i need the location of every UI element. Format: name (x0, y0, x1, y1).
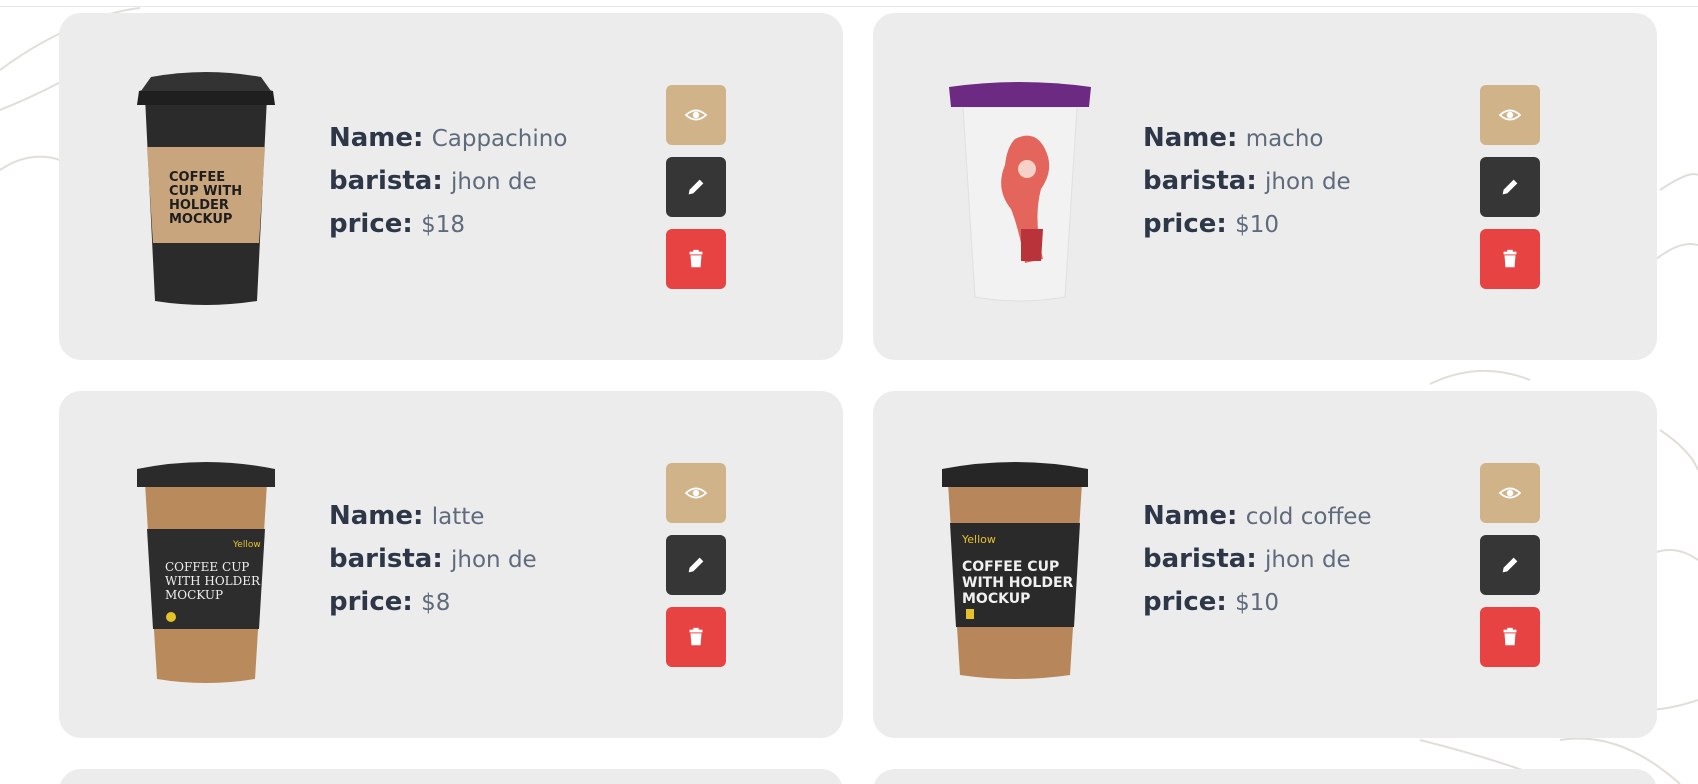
svg-text:Yellow: Yellow (961, 533, 996, 546)
barista-row: barista: jhon de (329, 538, 537, 581)
price-label: price: (1143, 587, 1227, 617)
product-name: macho (1245, 126, 1324, 152)
product-card: COFFEE CUP WITH HOLDER MOCKUP Yellow Nam… (59, 391, 843, 738)
svg-text:COFFEE CUP: COFFEE CUP (962, 559, 1059, 575)
svg-text:MOCKUP: MOCKUP (962, 591, 1030, 607)
card-actions (1480, 85, 1540, 301)
delete-button[interactable] (666, 607, 726, 667)
name-label: Name: (329, 123, 424, 153)
edit-button[interactable] (1480, 535, 1540, 595)
product-card: Yellow COFFEE CUP WITH HOLDER MOCKUP Nam… (873, 391, 1657, 738)
product-info: Name: Cappachino barista: jhon de price:… (329, 117, 567, 246)
delete-button[interactable] (1480, 229, 1540, 289)
coffee-cup-image: COFFEE CUP WITH HOLDER MOCKUP Yellow (137, 462, 275, 683)
view-button[interactable] (666, 85, 726, 145)
trash-icon (1503, 249, 1517, 268)
coffee-cup-image (949, 82, 1091, 302)
product-card: Name: macho barista: jhon de price: $10 (873, 13, 1657, 360)
barista-label: barista: (1143, 166, 1257, 196)
trash-icon (1503, 627, 1517, 646)
pencil-icon (1502, 179, 1518, 195)
product-price: $10 (1235, 212, 1279, 238)
delete-button[interactable] (1480, 607, 1540, 667)
svg-text:COFFEE CUP: COFFEE CUP (165, 560, 249, 574)
pencil-icon (688, 179, 704, 195)
product-price: $18 (421, 212, 465, 238)
barista-row: barista: jhon de (329, 160, 567, 203)
pencil-icon (1502, 557, 1518, 573)
barista-row: barista: jhon de (1143, 538, 1372, 581)
price-label: price: (329, 209, 413, 239)
svg-text:MOCKUP: MOCKUP (165, 588, 223, 602)
card-actions (1480, 463, 1540, 679)
view-button[interactable] (1480, 85, 1540, 145)
price-label: price: (329, 587, 413, 617)
barista-label: barista: (1143, 544, 1257, 574)
product-card-partial (59, 769, 843, 784)
name-label: Name: (1143, 501, 1238, 531)
delete-button[interactable] (666, 229, 726, 289)
card-actions (666, 85, 726, 301)
name-row: Name: macho (1143, 117, 1351, 160)
eye-icon (685, 109, 707, 121)
trash-icon (689, 249, 703, 268)
price-row: price: $10 (1143, 203, 1351, 246)
svg-text:HOLDER: HOLDER (169, 198, 229, 213)
pencil-icon (688, 557, 704, 573)
product-info: Name: macho barista: jhon de price: $10 (1143, 117, 1351, 246)
coffee-cup-image: Yellow COFFEE CUP WITH HOLDER MOCKUP (942, 462, 1088, 679)
product-name: Cappachino (431, 126, 568, 152)
edit-button[interactable] (1480, 157, 1540, 217)
barista-name: jhon de (1265, 547, 1351, 573)
eye-icon (1499, 487, 1521, 499)
name-row: Name: Cappachino (329, 117, 567, 160)
barista-label: barista: (329, 544, 443, 574)
barista-row: barista: jhon de (1143, 160, 1351, 203)
svg-text:WITH HOLDER: WITH HOLDER (165, 574, 261, 588)
product-name: latte (431, 504, 485, 530)
trash-icon (689, 627, 703, 646)
coffee-cup-image: COFFEE CUP WITH HOLDER MOCKUP (137, 72, 275, 305)
price-row: price: $10 (1143, 581, 1372, 624)
svg-text:WITH HOLDER: WITH HOLDER (962, 575, 1074, 591)
svg-text:Yellow: Yellow (232, 540, 261, 550)
name-label: Name: (1143, 123, 1238, 153)
product-price: $10 (1235, 590, 1279, 616)
product-info: Name: latte barista: jhon de price: $8 (329, 495, 537, 624)
barista-name: jhon de (1265, 169, 1351, 195)
product-card-partial (873, 769, 1657, 784)
svg-text:CUP WITH: CUP WITH (169, 184, 242, 199)
barista-label: barista: (329, 166, 443, 196)
product-name: cold coffee (1245, 504, 1372, 530)
card-actions (666, 463, 726, 679)
view-button[interactable] (666, 463, 726, 523)
product-price: $8 (421, 590, 451, 616)
edit-button[interactable] (666, 157, 726, 217)
price-row: price: $18 (329, 203, 567, 246)
edit-button[interactable] (666, 535, 726, 595)
product-grid: COFFEE CUP WITH HOLDER MOCKUP Name: Capp… (59, 13, 1657, 784)
eye-icon (1499, 109, 1521, 121)
svg-text:MOCKUP: MOCKUP (169, 212, 232, 227)
eye-icon (685, 487, 707, 499)
svg-text:COFFEE: COFFEE (169, 170, 225, 185)
price-row: price: $8 (329, 581, 537, 624)
name-label: Name: (329, 501, 424, 531)
product-info: Name: cold coffee barista: jhon de price… (1143, 495, 1372, 624)
view-button[interactable] (1480, 463, 1540, 523)
top-divider (0, 6, 1698, 7)
price-label: price: (1143, 209, 1227, 239)
product-card: COFFEE CUP WITH HOLDER MOCKUP Name: Capp… (59, 13, 843, 360)
barista-name: jhon de (451, 547, 537, 573)
name-row: Name: cold coffee (1143, 495, 1372, 538)
barista-name: jhon de (451, 169, 537, 195)
name-row: Name: latte (329, 495, 537, 538)
